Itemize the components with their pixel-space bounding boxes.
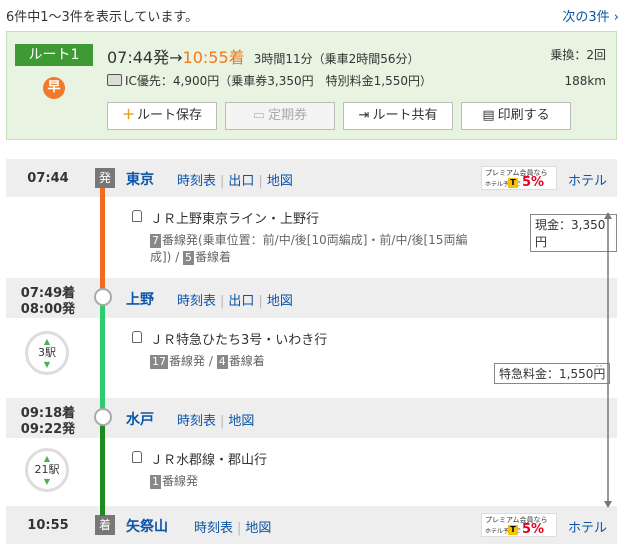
next-results-link[interactable]: 次の3件 › — [562, 6, 619, 25]
premium-hotel-banner[interactable]: プレミアム会員なら ホテル予約で T 5% — [481, 166, 557, 190]
departure-time: 08:00発 — [20, 302, 76, 317]
station-row-tokyo: 07:44 発 東京 時刻表 | 出口 | 地図 プレミアム会員なら ホテル予約で T … — [6, 159, 617, 197]
station-links: 時刻表 | 地図 — [194, 521, 272, 536]
station-name[interactable]: 東京 — [126, 169, 154, 189]
station-time: 07:44 — [27, 171, 69, 186]
timetable-link[interactable]: 時刻表 — [177, 414, 216, 429]
stop-count-toggle[interactable]: ▲ 21駅 ▼ — [25, 448, 69, 492]
tpoint-logo-icon: T — [508, 178, 518, 188]
arrival-badge: 着 — [95, 515, 115, 535]
station-name[interactable]: 水戸 — [126, 409, 154, 429]
arrow: → — [169, 48, 183, 67]
express-fare-box: 特急料金：1,550円 — [494, 363, 611, 384]
station-links: 時刻表 | 出口 | 地図 — [177, 174, 293, 189]
station-node-mito — [94, 408, 112, 426]
chevron-up-icon: ▲ — [43, 337, 51, 346]
print-button[interactable]: ▤ 印刷する — [461, 102, 571, 130]
share-icon: ⇥ — [358, 108, 370, 123]
map-link[interactable]: 地図 — [228, 414, 254, 429]
segment-2: ▲ 3駅 ▼ ＪＲ特急ひたち3号・いわき行 17 番線発 / 4 番線着 特急料金：… — [6, 318, 617, 398]
train-icon — [132, 331, 142, 343]
route-line-suigun — [100, 418, 105, 516]
arrival-time: 10:55着 — [182, 48, 245, 67]
map-link[interactable]: 地図 — [245, 521, 271, 536]
chevron-up-icon: ▲ — [43, 454, 51, 463]
train-name[interactable]: ＪＲ水郡線・郡山行 — [150, 449, 267, 468]
chevron-down-icon: ▼ — [43, 477, 51, 486]
fare-summary: IC優先：4,900円（乗車券3,350円 特別料金1,550円） — [107, 72, 432, 89]
train-icon — [132, 210, 142, 222]
ic-card-icon — [107, 74, 122, 86]
station-row-yamatsuriyama: 10:55 着 矢祭山 時刻表 | 地図 プレミアム会員なら ホテル予約で T 5%… — [6, 506, 617, 544]
platform-info: 7 番線発(乗車位置：前/中/後[10両編成]・前/中/後[15両編 成]) / … — [150, 233, 468, 265]
stop-count-toggle[interactable]: ▲ 3駅 ▼ — [25, 331, 69, 375]
duration: 3時間11分（乗車2時間56分） — [253, 52, 420, 66]
station-name[interactable]: 矢祭山 — [126, 516, 168, 536]
station-links: 時刻表 | 出口 | 地図 — [177, 294, 293, 309]
plus-icon: ＋ — [121, 108, 135, 123]
chevron-down-icon: ▼ — [43, 360, 51, 369]
route-times: 07:44発→10:55着 3時間11分（乗車2時間56分） — [107, 44, 420, 68]
commuter-pass-button[interactable]: ▭ 定期券 — [225, 102, 335, 130]
timetable-link[interactable]: 時刻表 — [194, 521, 233, 536]
save-route-button[interactable]: ＋ルート保存 — [107, 102, 217, 130]
segment-1: ＪＲ上野東京ライン・上野行 7 番線発(乗車位置：前/中/後[10両編成]・前/中… — [6, 197, 617, 278]
timetable-link[interactable]: 時刻表 — [177, 174, 216, 189]
map-link[interactable]: 地図 — [267, 294, 293, 309]
chevron-right-icon: › — [613, 10, 619, 25]
result-header: 6件中1～3件を表示しています。 次の3件 › — [0, 0, 625, 30]
result-count: 6件中1～3件を表示しています。 — [6, 10, 199, 25]
hotel-link[interactable]: ホテル — [568, 517, 607, 536]
fast-route-icon: 早 — [43, 77, 65, 99]
route-line-joban-ueno-tokyo — [100, 188, 105, 298]
train-name[interactable]: ＪＲ特急ひたち3号・いわき行 — [150, 329, 327, 348]
timetable-link[interactable]: 時刻表 — [177, 294, 216, 309]
fare-bracket — [596, 212, 612, 508]
premium-hotel-banner[interactable]: プレミアム会員なら ホテル予約で T 5% — [481, 513, 557, 537]
train-name[interactable]: ＪＲ上野東京ライン・上野行 — [150, 208, 319, 227]
departure-badge: 発 — [95, 168, 115, 188]
route-summary: ルート1 早 07:44発→10:55着 3時間11分（乗車2時間56分） 乗換… — [6, 31, 617, 140]
station-node-ueno — [94, 288, 112, 306]
station-links: 時刻表 | 地図 — [177, 414, 255, 429]
transfer-count: 乗換：2回 — [550, 48, 606, 62]
exit-link[interactable]: 出口 — [228, 294, 254, 309]
platform-info: 17 番線発 / 4 番線着 — [150, 354, 265, 369]
departure-time: 09:22発 — [20, 422, 76, 437]
route-label: ルート1 — [15, 44, 93, 66]
tpoint-logo-icon: T — [508, 525, 518, 535]
platform-info: 1 番線発 — [150, 474, 199, 489]
printer-icon: ▤ — [482, 108, 495, 123]
pass-icon: ▭ — [252, 108, 266, 123]
exit-link[interactable]: 出口 — [228, 174, 254, 189]
station-name[interactable]: 上野 — [126, 289, 154, 309]
station-time: 10:55 — [27, 518, 69, 533]
share-route-button[interactable]: ⇥ ルート共有 — [343, 102, 453, 130]
departure-time: 07:44発 — [107, 48, 170, 67]
distance: 188km — [564, 74, 606, 88]
segment-3: ▲ 21駅 ▼ ＪＲ水郡線・郡山行 1 番線発 — [6, 438, 617, 506]
train-icon — [132, 451, 142, 463]
route-line-hitachi — [100, 298, 105, 418]
map-link[interactable]: 地図 — [267, 174, 293, 189]
hotel-link[interactable]: ホテル — [568, 170, 607, 189]
